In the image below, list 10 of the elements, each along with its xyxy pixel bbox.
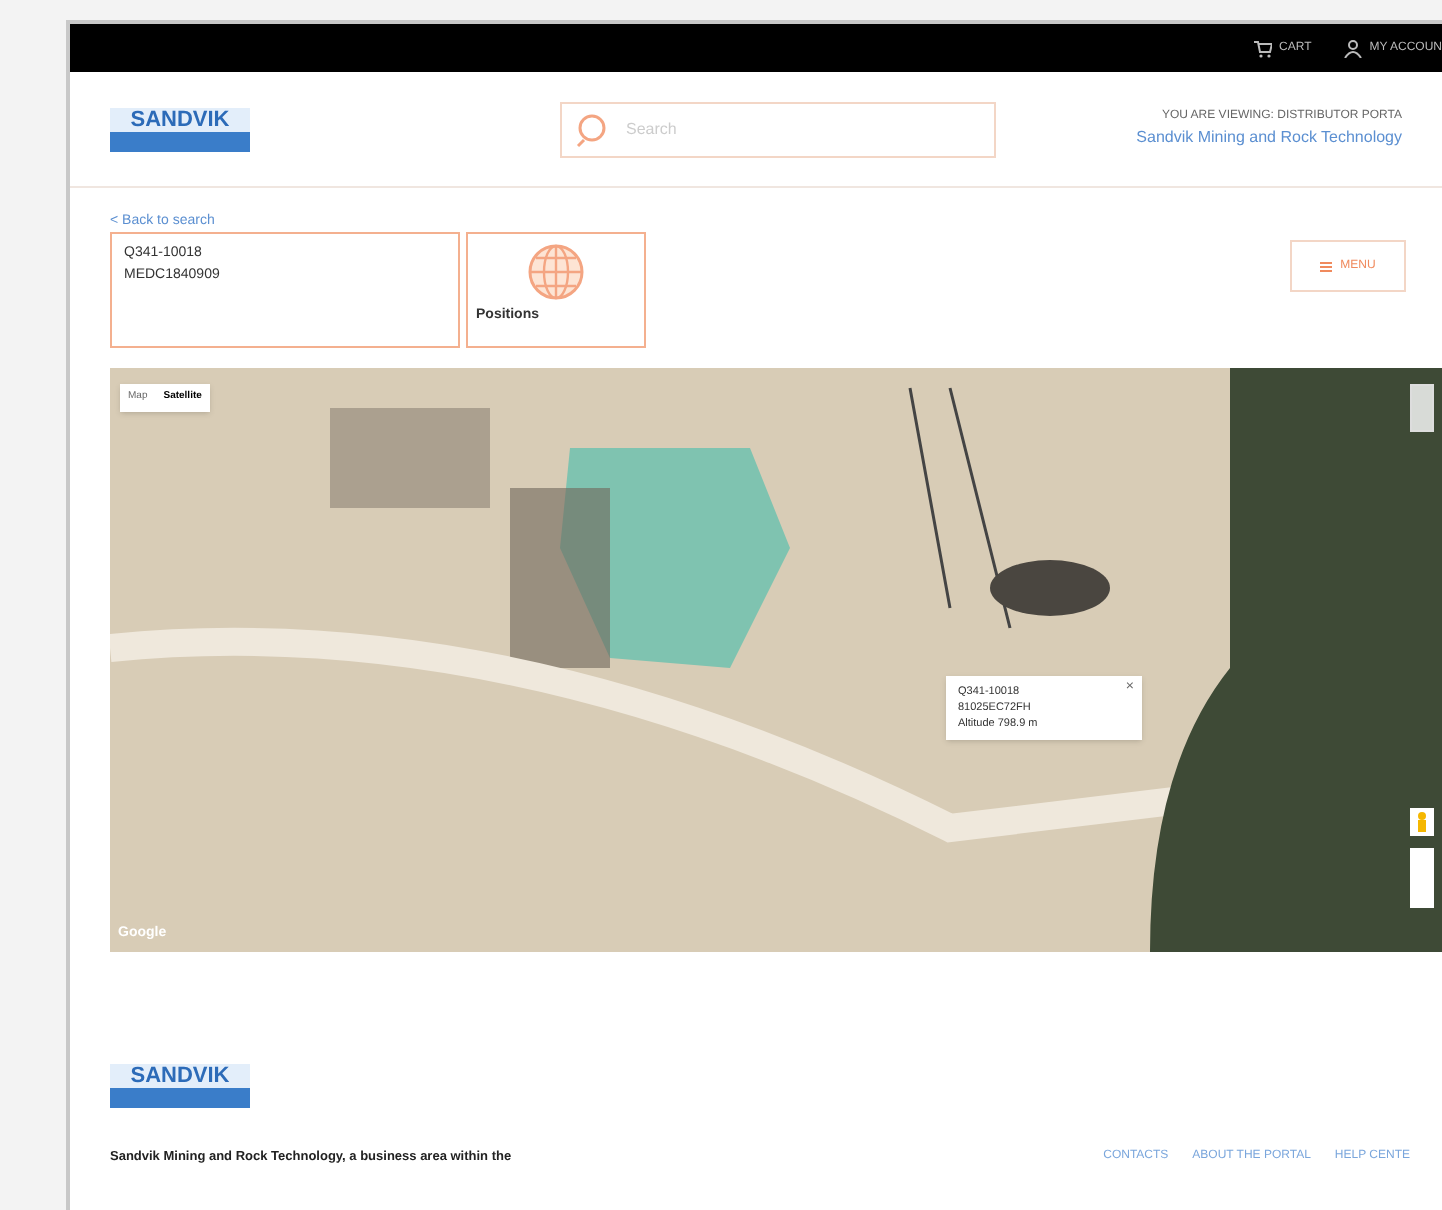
cart-icon (1253, 39, 1272, 57)
sandvik-logo: SANDVIK (110, 107, 250, 151)
menu-icon (1320, 261, 1333, 271)
globe-icon (526, 242, 586, 302)
pegman-icon[interactable] (1410, 808, 1434, 836)
zoom-buttons[interactable] (1410, 848, 1434, 908)
company-link[interactable]: Sandvik Mining and Rock Technology (1136, 126, 1402, 150)
user-icon (1343, 39, 1362, 57)
sandvik-logo: SANDVIK (110, 1064, 250, 1108)
zoom-control[interactable] (1410, 384, 1434, 432)
